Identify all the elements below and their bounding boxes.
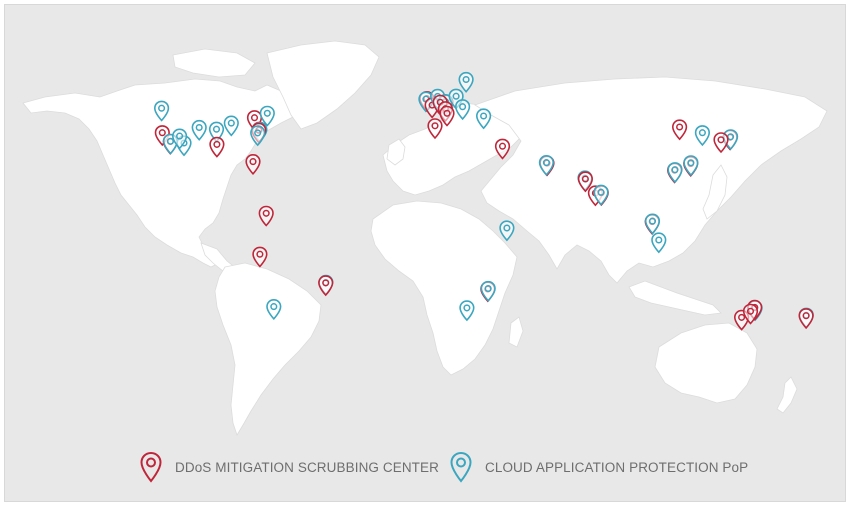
- landmass-australia: [654, 322, 758, 404]
- cloud-marker: [458, 71, 474, 93]
- legend-label-cloud: CLOUD APPLICATION PROTECTION PoP: [485, 459, 749, 475]
- landmass-arctic-islands: [172, 48, 256, 78]
- legend: DDoS MITIGATION SCRUBBING CENTER CLOUD A…: [139, 449, 748, 485]
- landmass-new-zealand: [776, 376, 798, 414]
- landmass-southeast-asia-islands: [628, 280, 722, 316]
- map-panel: DDoS MITIGATION SCRUBBING CENTER CLOUD A…: [4, 4, 846, 502]
- ddos-marker: [252, 246, 268, 268]
- ddos-marker: [494, 138, 511, 160]
- ddos-pin-icon: [140, 451, 162, 483]
- legend-label-ddos: DDoS MITIGATION SCRUBBING CENTER: [175, 459, 439, 475]
- ddos-marker: [245, 154, 261, 175]
- legend-item-ddos: DDoS MITIGATION SCRUBBING CENTER: [139, 449, 439, 485]
- ddos-marker: [258, 205, 274, 227]
- landmass-south-america: [214, 262, 322, 436]
- cloud-marker: [499, 220, 515, 242]
- landmass-asia: [474, 76, 828, 284]
- legend-item-cloud: CLOUD APPLICATION PROTECTION PoP: [449, 449, 748, 485]
- ddos-marker: [318, 275, 334, 297]
- cloud-pin-icon: [450, 451, 472, 483]
- landmass-madagascar: [508, 316, 524, 348]
- world-map: [22, 40, 828, 436]
- ddos-marker: [798, 308, 814, 330]
